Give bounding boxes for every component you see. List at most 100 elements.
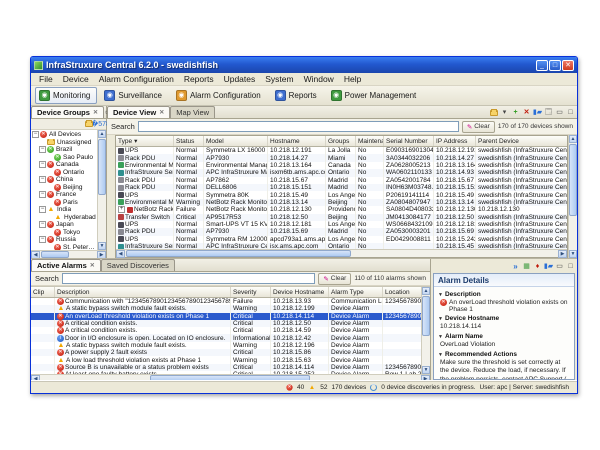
tree-expander-icon[interactable]: − — [39, 161, 46, 168]
device-column-header-1[interactable]: Status — [174, 136, 204, 146]
device-group-menu-icon[interactable] — [490, 110, 498, 116]
tree-expander-icon[interactable]: − — [39, 206, 46, 213]
tree-item-tokyo[interactable]: ✕Tokyo — [31, 229, 97, 237]
alarm-table-row[interactable]: iDoor in I/O enclosure is open. Located … — [31, 334, 421, 341]
toolbar-button-monitoring[interactable]: ◉Monitoring — [35, 87, 97, 104]
row-expander-icon[interactable]: + — [118, 206, 125, 213]
device-table-row[interactable]: Rack PDUNormalAP786210.218.15.67MadridNo… — [116, 177, 567, 184]
tab-device-groups[interactable]: Device Groups ✕ — [31, 106, 104, 118]
maximize-window-icon[interactable]: □ — [549, 60, 561, 71]
tree-item-unassigned[interactable]: Unassigned — [31, 139, 97, 147]
alarm-table-row[interactable]: ✕A critical condition exists.Critical10.… — [31, 320, 421, 327]
alarm-table-row[interactable]: ▲A low load threshold violation exists a… — [31, 356, 421, 363]
remove-device-icon[interactable]: ✕ — [522, 108, 531, 117]
toolbar-button-surveillance[interactable]: ◉Surveillance — [100, 87, 169, 104]
graph-icon[interactable]: ▮▰ — [544, 262, 553, 271]
tab-saved-discoveries[interactable]: Saved Discoveries — [101, 259, 175, 271]
tree-expander-icon[interactable]: − — [39, 146, 46, 153]
tree-item-china[interactable]: −✕China — [31, 176, 97, 184]
alarm-column-header-2[interactable]: Severity — [231, 287, 271, 297]
device-column-header-2[interactable]: Model — [204, 136, 268, 146]
alarm-table-row[interactable]: ✕A power supply 2 fault existsCritical10… — [31, 349, 421, 356]
device-table-row[interactable]: InfraStruxure ServerNormalAPC InfraStrux… — [116, 169, 567, 176]
panel-minimize-icon[interactable]: ▭ — [555, 108, 564, 117]
alarm-column-header-1[interactable]: Description — [55, 287, 231, 297]
tree-item-japan[interactable]: −✕Japan — [31, 221, 97, 229]
scroll-left-icon[interactable]: ◀ — [116, 250, 125, 258]
tree-item-beijing[interactable]: ✕Beijing — [31, 184, 97, 192]
device-table-row[interactable]: +NetBotz Rack ApplianceFailureNetBotz Ra… — [116, 206, 567, 213]
collapse-chevrons-icon[interactable]: » — [511, 262, 520, 271]
tree-expander-icon[interactable]: − — [39, 191, 46, 198]
menu-system[interactable]: System — [260, 73, 298, 85]
device-table-row[interactable]: UPSNormalSymmetra 80K10.218.15.49Los Ang… — [116, 191, 567, 198]
device-table-row[interactable]: Rack PDUNormalAP793010.218.15.69MadridNo… — [116, 228, 567, 235]
tree-vertical-scrollbar[interactable]: ▲ ▼ — [97, 130, 106, 250]
group-chart-icon[interactable]: ▮�578; — [95, 120, 104, 129]
toolbar-button-alarm-configuration[interactable]: ◉Alarm Configuration — [172, 87, 268, 104]
panel-maximize-icon[interactable]: □ — [566, 108, 575, 117]
device-table-vertical-scrollbar[interactable]: ▲ ▼ — [568, 135, 577, 258]
tree-item-france[interactable]: −✕France — [31, 191, 97, 199]
alarm-column-header-3[interactable]: Device Hostname — [271, 287, 329, 297]
panel-minimize-icon[interactable]: ▭ — [555, 262, 564, 271]
alarm-search-input[interactable] — [62, 273, 316, 284]
tree-item-india[interactable]: −▲India — [31, 206, 97, 214]
device-column-header-7[interactable]: IP Address — [434, 136, 476, 146]
device-column-header-4[interactable]: Groups — [326, 136, 356, 146]
tab-close-icon[interactable]: ✕ — [159, 109, 164, 116]
device-table-row[interactable]: Rack PDUNormalDELL680610.218.15.151Madri… — [116, 184, 567, 191]
toolbar-button-reports[interactable]: ◉Reports — [271, 87, 324, 104]
details-description-header[interactable]: ▼ Description — [438, 291, 570, 298]
tree-expander-icon[interactable]: − — [39, 176, 46, 183]
menu-updates[interactable]: Updates — [219, 73, 261, 85]
device-column-header-0[interactable]: Type▾ — [116, 136, 174, 146]
device-column-header-3[interactable]: Hostname — [268, 136, 326, 146]
report-chart-icon[interactable]: ▮▰ — [533, 108, 542, 117]
tab-device-view[interactable]: Device View ✕ — [107, 106, 170, 118]
pin-icon[interactable]: ♦ — [533, 262, 542, 271]
menu-help[interactable]: Help — [339, 73, 366, 85]
export-icon[interactable]: 🗔 — [544, 108, 553, 117]
device-table-row[interactable]: UPSNormalSymmetra RM 12000apcd793a1.ams.… — [116, 236, 567, 243]
device-table-row[interactable]: Environmental MonitorWarningNetBotz Rack… — [116, 199, 567, 206]
details-hostname-header[interactable]: ▼ Device Hostname — [438, 315, 570, 322]
alarm-column-header-4[interactable]: Alarm Type — [329, 287, 383, 297]
alarm-table-vertical-scrollbar[interactable]: ▲ ▼ — [421, 287, 430, 374]
device-column-header-6[interactable]: Serial Number — [384, 136, 434, 146]
alarm-search-clear-button[interactable]: ✎ Clear — [318, 273, 351, 285]
scroll-down-icon[interactable]: ▼ — [98, 242, 106, 250]
tree-item-ontario[interactable]: ✕Ontario — [31, 169, 97, 177]
tree-item-all-devices[interactable]: −✕All Devices — [31, 131, 97, 139]
scroll-up-icon[interactable]: ▲ — [569, 135, 577, 143]
tree-expander-icon[interactable]: − — [39, 236, 46, 243]
scroll-up-icon[interactable]: ▲ — [98, 130, 106, 138]
device-table-row[interactable]: Rack PDUNormalAP793010.218.14.27MiamiNo3… — [116, 154, 567, 161]
tab-active-alarms[interactable]: Active Alarms ✕ — [31, 259, 101, 271]
device-table-row[interactable]: Transfer SwitchCriticalAP9517R5310.218.1… — [116, 214, 567, 221]
device-search-clear-button[interactable]: ✎ Clear — [462, 121, 495, 133]
alarm-table-row[interactable]: ✕Communication with "1234567890123456789… — [31, 298, 421, 305]
alarm-table-row[interactable]: ▲A static bypass switch module fault exi… — [31, 342, 421, 349]
device-table-row[interactable]: Environmental MonitorNormalEnvironmental… — [116, 162, 567, 169]
tree-horizontal-scrollbar[interactable]: ◀ ▶ — [31, 250, 106, 258]
tab-map-view[interactable]: Map View — [170, 106, 215, 118]
scroll-up-icon[interactable]: ▲ — [422, 287, 430, 295]
menu-window[interactable]: Window — [299, 73, 339, 85]
menu-alarm-configuration[interactable]: Alarm Configuration — [94, 73, 179, 85]
tab-close-icon[interactable]: ✕ — [93, 109, 98, 116]
tree-item-paris[interactable]: ✕Paris — [31, 199, 97, 207]
scroll-down-icon[interactable]: ▼ — [422, 366, 430, 374]
alarm-table-row[interactable]: ✕Source B is unavailable or a status pro… — [31, 364, 421, 371]
tree-item-canada[interactable]: −✕Canada — [31, 161, 97, 169]
panel-maximize-icon[interactable]: □ — [566, 262, 575, 271]
tab-close-icon[interactable]: ✕ — [90, 262, 95, 269]
tree-item-russia[interactable]: −✕Russia — [31, 236, 97, 244]
toolbar-button-power-management[interactable]: ◉Power Management — [327, 87, 424, 104]
menu-reports[interactable]: Reports — [179, 73, 219, 85]
alarm-table-row[interactable]: ▲A static bypass switch module fault exi… — [31, 305, 421, 312]
close-window-icon[interactable]: ✕ — [562, 60, 574, 71]
menu-file[interactable]: File — [34, 73, 58, 85]
alarm-table-row[interactable]: ✕An overLoad threshold violation exists … — [31, 313, 421, 320]
details-alarm-name-header[interactable]: ▼ Alarm Name — [438, 333, 570, 340]
